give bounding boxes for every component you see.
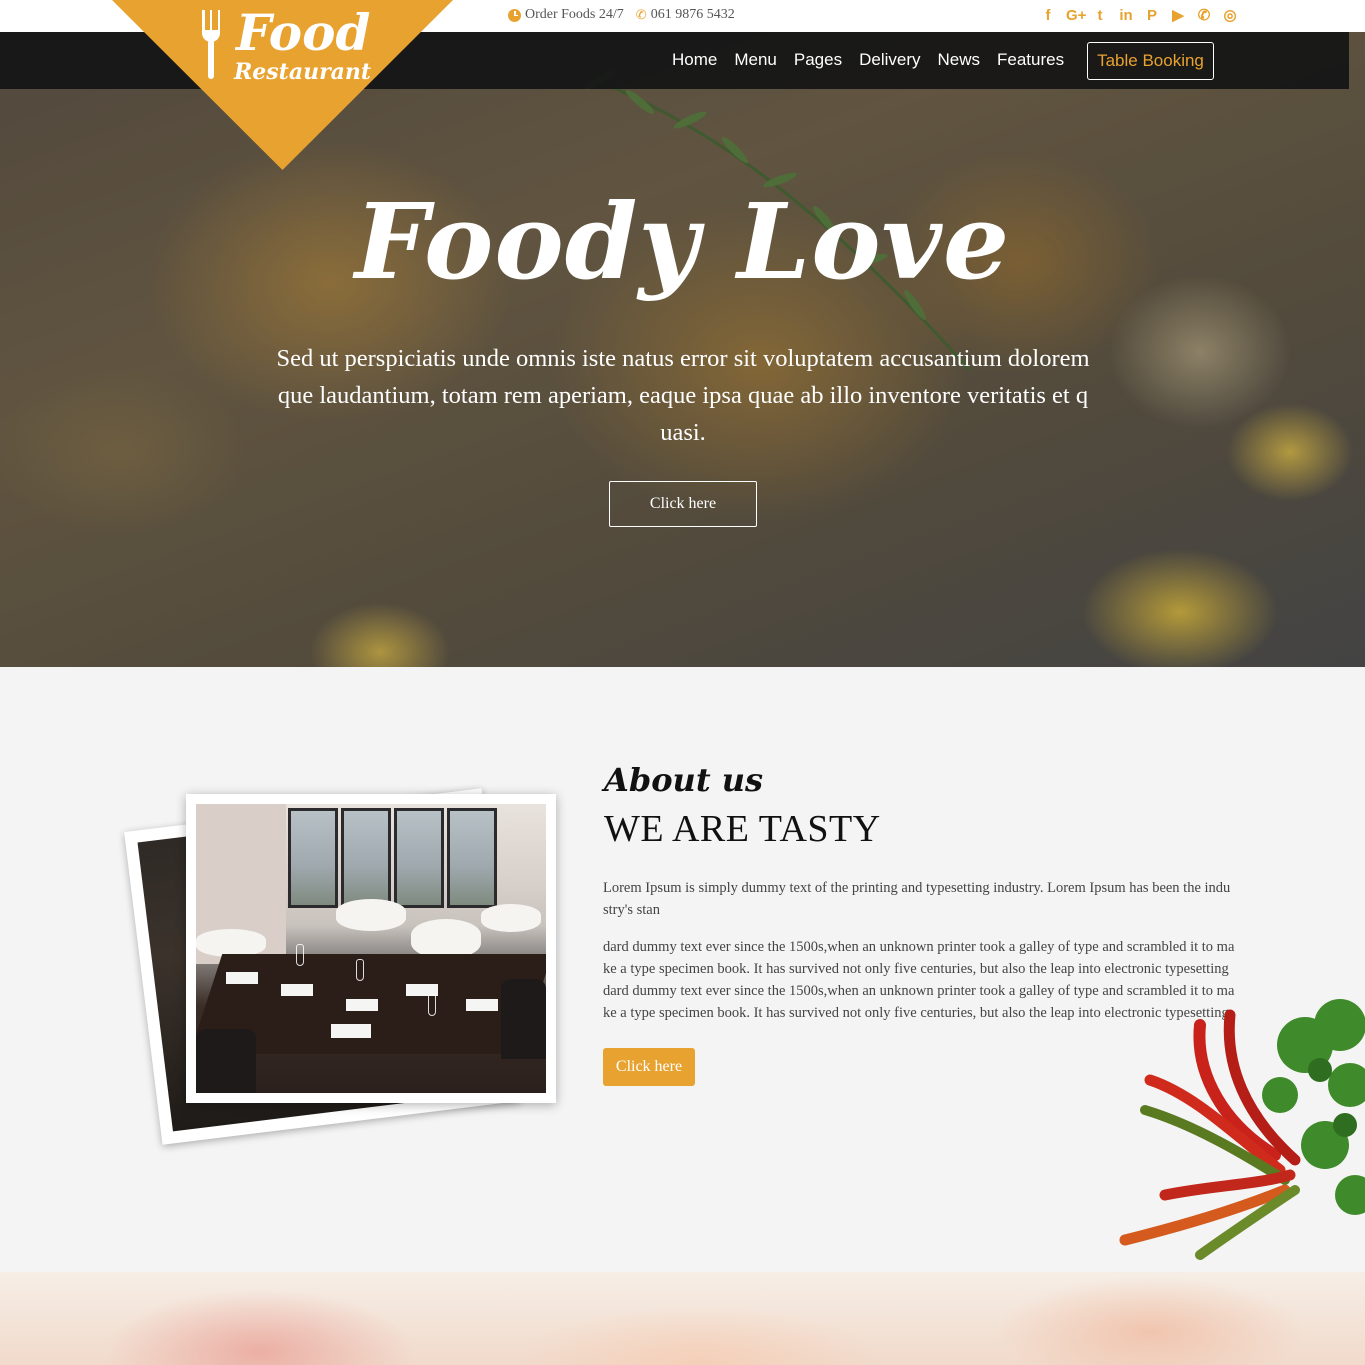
nav-item-delivery[interactable]: Delivery (859, 50, 920, 70)
nav-item-features[interactable]: Features (997, 50, 1064, 70)
about-section: About us WE ARE TASTY Lorem Ipsum is sim… (0, 667, 1365, 1272)
phone-icon: ✆ (635, 7, 647, 23)
restaurant-photo (186, 794, 556, 1103)
phone-contact: ✆ 061 9876 5432 (636, 7, 735, 23)
facebook-icon[interactable]: f (1040, 7, 1056, 24)
youtube-icon[interactable]: ▶ (1170, 6, 1186, 24)
chili-herb-decoration (1119, 999, 1365, 1260)
fork-icon (202, 10, 220, 80)
main-nav: Home Menu Pages Delivery News Features (672, 50, 1064, 70)
table-booking-button[interactable]: Table Booking (1087, 42, 1214, 80)
google-plus-icon[interactable]: G+ (1066, 7, 1086, 24)
logo-subtitle: Restaurant (234, 59, 372, 85)
bottom-section-preview (0, 1272, 1365, 1365)
hero-title: Foody Love (354, 180, 1011, 303)
phone-text: 061 9876 5432 (650, 7, 735, 22)
about-script-title: About us (604, 761, 764, 799)
nav-item-pages[interactable]: Pages (794, 50, 842, 70)
about-click-button[interactable]: Click here (603, 1048, 695, 1086)
hero-section: Home Menu Pages Delivery News Features T… (0, 32, 1365, 667)
logo-name: Food (236, 3, 371, 62)
whatsapp-icon[interactable]: ✆ (1196, 6, 1212, 24)
contact-info: Order Foods 24/7 ✆ 061 9876 5432 (508, 7, 735, 23)
instagram-icon[interactable]: ◎ (1222, 6, 1238, 24)
pinterest-icon[interactable]: P (1144, 7, 1160, 24)
hero-text: Sed ut perspiciatis unde omnis iste natu… (276, 345, 1090, 446)
order-hours-text: Order Foods 24/7 (525, 7, 624, 22)
about-title: WE ARE TASTY (604, 808, 881, 850)
clock-icon (508, 8, 521, 22)
social-links: f G+ t in P ▶ ✆ ◎ (1040, 6, 1238, 25)
nav-item-news[interactable]: News (938, 50, 981, 70)
linkedin-icon[interactable]: in (1118, 7, 1134, 24)
twitter-icon[interactable]: t (1092, 7, 1108, 24)
about-paragraph-1: Lorem Ipsum is simply dummy text of the … (603, 880, 1231, 918)
nav-item-menu[interactable]: Menu (734, 50, 777, 70)
nav-item-home[interactable]: Home (672, 50, 717, 70)
order-hours: Order Foods 24/7 (508, 7, 624, 23)
hero-click-button[interactable]: Click here (609, 481, 757, 527)
